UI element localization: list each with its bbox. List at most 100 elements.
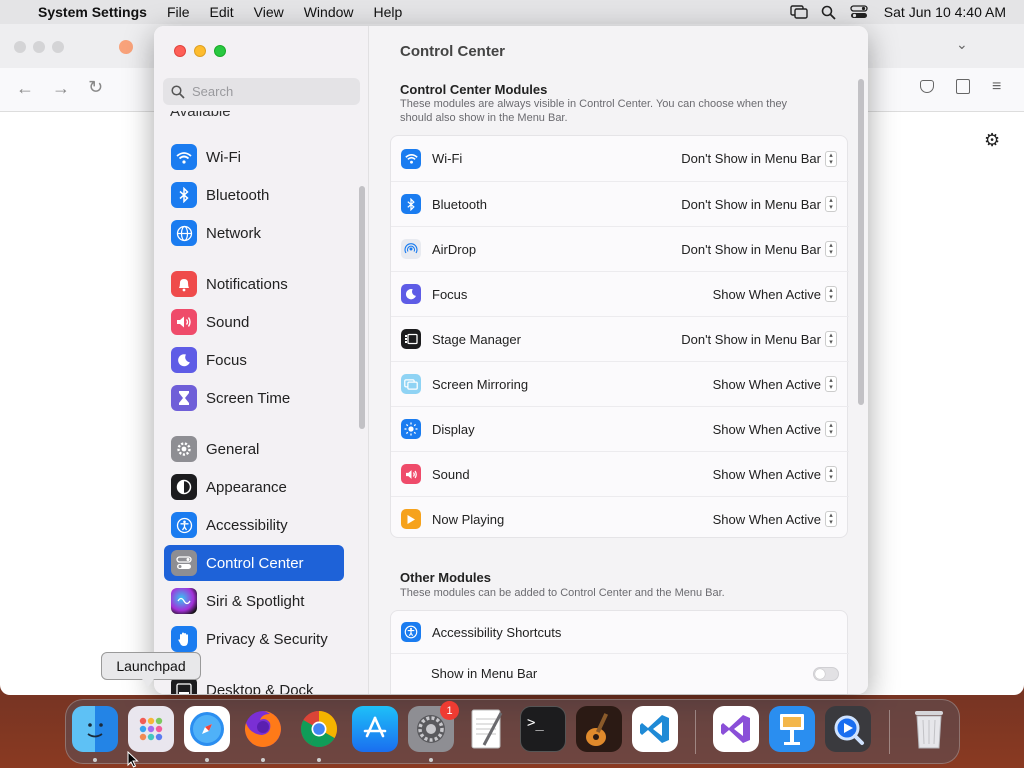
sidebar-item-screen-time[interactable]: Screen Time <box>164 380 344 416</box>
forward-arrow-icon[interactable]: → <box>52 78 70 99</box>
browser-minimize-dot <box>33 41 45 53</box>
extensions-icon[interactable] <box>956 79 970 94</box>
hand-icon <box>171 626 197 652</box>
sidebar: Search Available Wi-Fi Bluetooth Network… <box>154 26 369 694</box>
sidebar-item-label: Notifications <box>206 275 288 293</box>
gear-icon <box>171 436 197 462</box>
module-value[interactable]: Show When Active <box>713 512 821 527</box>
chevron-updown-icon[interactable]: ▴ ▾ <box>825 466 837 482</box>
moon-icon <box>401 284 421 304</box>
back-arrow-icon[interactable]: ← <box>16 78 34 99</box>
launchpad-icon[interactable] <box>128 706 174 752</box>
sidebar-item-wifi[interactable]: Wi-Fi <box>164 139 344 175</box>
window-minimize-button[interactable] <box>194 45 206 57</box>
sidebar-item-accessibility[interactable]: Accessibility <box>164 507 344 543</box>
sidebar-item-notifications[interactable]: Notifications <box>164 266 344 302</box>
screen-mirroring-icon[interactable] <box>784 0 814 24</box>
sidebar-item-bluetooth[interactable]: Bluetooth <box>164 177 344 213</box>
sidebar-item-sound[interactable]: Sound <box>164 304 344 340</box>
module-row-bluetooth[interactable]: Bluetooth Don't Show in Menu Bar ▴ ▾ <box>391 181 849 226</box>
module-row-focus[interactable]: Focus Show When Active ▴ ▾ <box>391 271 849 316</box>
quicktime-icon[interactable] <box>825 706 871 752</box>
module-value[interactable]: Don't Show in Menu Bar <box>681 242 821 257</box>
module-row-screen-mirroring[interactable]: Screen Mirroring Show When Active ▴ ▾ <box>391 361 849 406</box>
safari-icon[interactable] <box>184 706 230 752</box>
other-module-label: Accessibility Shortcuts <box>432 624 562 640</box>
menu-file[interactable]: File <box>157 4 200 20</box>
search-field[interactable]: Search <box>163 78 360 105</box>
system-settings-icon[interactable]: 1 <box>408 701 459 752</box>
moon-icon <box>171 347 197 373</box>
pocket-icon[interactable] <box>920 80 934 93</box>
menu-edit[interactable]: Edit <box>200 4 244 20</box>
chevron-updown-icon[interactable]: ▴ ▾ <box>825 241 837 257</box>
sidebar-item-label: Wi-Fi <box>206 148 241 166</box>
chevron-updown-icon[interactable]: ▴ ▾ <box>825 511 837 527</box>
module-label: Stage Manager <box>432 331 521 347</box>
module-label: Bluetooth <box>432 196 487 212</box>
system-settings-window: Search Available Wi-Fi Bluetooth Network… <box>154 26 868 694</box>
sidebar-item-control-center[interactable]: Control Center <box>164 545 344 581</box>
sidebar-item-label: Privacy & Security <box>206 630 328 648</box>
screen-mirroring-icon <box>401 374 421 394</box>
keynote-icon[interactable] <box>769 706 815 752</box>
sidebar-item-network[interactable]: Network <box>164 215 344 251</box>
module-value[interactable]: Show When Active <box>713 287 821 302</box>
chevron-updown-icon[interactable]: ▴ ▾ <box>825 286 837 302</box>
module-row-wifi[interactable]: Wi-Fi Don't Show in Menu Bar ▴ ▾ <box>391 136 849 181</box>
modules-heading: Control Center Modules <box>400 82 548 97</box>
menu-window[interactable]: Window <box>294 4 364 20</box>
main-scrollbar[interactable] <box>858 79 864 405</box>
sidebar-item-siri-spotlight[interactable]: Siri & Spotlight <box>164 583 344 619</box>
vscode-icon[interactable] <box>632 706 678 752</box>
chrome-icon[interactable] <box>296 706 342 752</box>
module-value[interactable]: Show When Active <box>713 422 821 437</box>
module-row-sound[interactable]: Sound Show When Active ▴ ▾ <box>391 451 849 496</box>
window-close-button[interactable] <box>174 45 186 57</box>
show-in-menu-bar-toggle[interactable] <box>813 666 839 681</box>
menu-clock[interactable]: Sat Jun 10 4:40 AM <box>874 4 1024 20</box>
firefox-icon[interactable] <box>240 706 286 752</box>
page-settings-gear-icon[interactable]: ⚙ <box>984 130 1000 151</box>
module-value[interactable]: Don't Show in Menu Bar <box>681 151 821 166</box>
module-row-now-playing[interactable]: Now Playing Show When Active ▴ ▾ <box>391 496 849 541</box>
app-store-icon[interactable] <box>352 706 398 752</box>
appearance-icon <box>171 474 197 500</box>
module-value[interactable]: Don't Show in Menu Bar <box>681 332 821 347</box>
module-value[interactable]: Show When Active <box>713 377 821 392</box>
module-row-airdrop[interactable]: AirDrop Don't Show in Menu Bar ▴ ▾ <box>391 226 849 271</box>
menu-help[interactable]: Help <box>364 4 413 20</box>
search-placeholder: Search <box>192 84 234 99</box>
visual-studio-icon[interactable] <box>713 706 759 752</box>
sidebar-item-focus[interactable]: Focus <box>164 342 344 378</box>
chevron-updown-icon[interactable]: ▴ ▾ <box>825 376 837 392</box>
other-modules-heading: Other Modules <box>400 570 492 585</box>
textedit-icon[interactable] <box>464 706 510 752</box>
sidebar-item-appearance[interactable]: Appearance <box>164 469 344 505</box>
menu-view[interactable]: View <box>244 4 294 20</box>
menu-app-name[interactable]: System Settings <box>28 4 157 20</box>
module-label: Screen Mirroring <box>432 376 529 392</box>
control-center-icon[interactable] <box>844 0 874 24</box>
chevron-updown-icon[interactable]: ▴ ▾ <box>825 196 837 212</box>
terminal-icon[interactable]: >_ <box>520 706 566 752</box>
trash-icon[interactable] <box>906 706 952 752</box>
show-in-menu-bar-row[interactable]: Show in Menu Bar <box>391 653 849 693</box>
spotlight-search-icon[interactable] <box>814 0 844 24</box>
chevron-updown-icon[interactable]: ▴ ▾ <box>825 331 837 347</box>
module-row-stage-manager[interactable]: Stage Manager Don't Show in Menu Bar ▴ ▾ <box>391 316 849 361</box>
module-value[interactable]: Don't Show in Menu Bar <box>681 197 821 212</box>
chevron-updown-icon[interactable]: ▴ ▾ <box>825 150 837 167</box>
hamburger-menu-icon[interactable]: ≡ <box>992 78 1001 96</box>
chevron-updown-icon[interactable]: ▴ ▾ <box>825 421 837 437</box>
sidebar-scrollbar[interactable] <box>359 186 365 429</box>
reload-icon[interactable]: ↻ <box>88 77 103 98</box>
sidebar-item-general[interactable]: General <box>164 431 344 467</box>
module-value[interactable]: Show When Active <box>713 467 821 482</box>
garageband-icon[interactable] <box>576 706 622 752</box>
finder-icon[interactable] <box>72 706 118 752</box>
sidebar-item-label: General <box>206 440 260 458</box>
chevron-down-icon[interactable]: ⌄ <box>956 36 968 53</box>
window-zoom-button[interactable] <box>214 45 226 57</box>
module-row-display[interactable]: Display Show When Active ▴ ▾ <box>391 406 849 451</box>
